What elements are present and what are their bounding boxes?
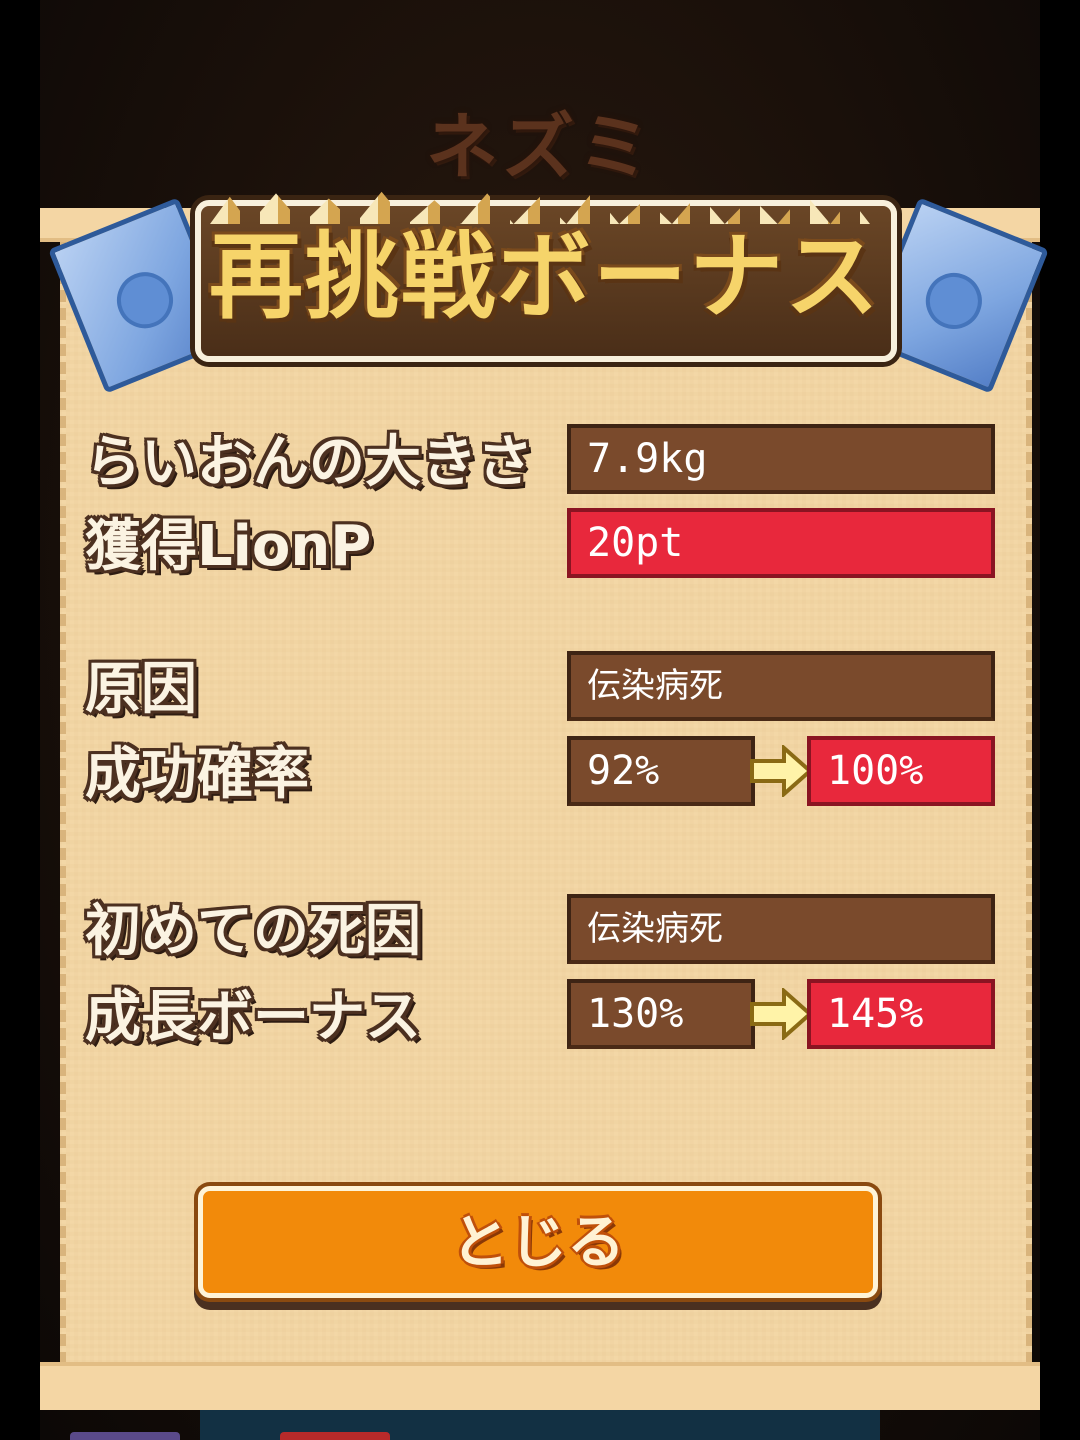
close-button-label: とじる bbox=[450, 1208, 625, 1276]
scroll-bottom-roll bbox=[40, 1362, 1040, 1410]
cause-label: 原因 bbox=[85, 657, 197, 722]
cause-value: 伝染病死 bbox=[567, 651, 995, 721]
first-death-value: 伝染病死 bbox=[567, 894, 995, 964]
bottom-tab-middle bbox=[280, 1432, 390, 1440]
lionp-label: 獲得LionP bbox=[85, 514, 372, 579]
arrow-right-icon bbox=[750, 988, 812, 1040]
banner-title: 再挑戦ボーナス bbox=[208, 223, 881, 332]
close-button[interactable]: とじる bbox=[198, 1186, 878, 1298]
growth-label: 成長ボーナス bbox=[85, 985, 421, 1050]
background-title: ネズミ bbox=[425, 105, 654, 189]
lionp-value: 20pt bbox=[567, 508, 995, 578]
growth-before-value: 130% bbox=[567, 979, 755, 1049]
growth-after-value: 145% bbox=[807, 979, 995, 1049]
success-label: 成功確率 bbox=[85, 742, 309, 807]
first-death-label: 初めての死因 bbox=[85, 899, 421, 964]
success-after-value: 100% bbox=[807, 736, 995, 806]
arrow-right-icon bbox=[750, 745, 812, 797]
size-value: 7.9kg bbox=[567, 424, 995, 494]
bottom-tab-left bbox=[70, 1432, 180, 1440]
size-label: らいおんの大きさ bbox=[85, 430, 533, 495]
success-before-value: 92% bbox=[567, 736, 755, 806]
